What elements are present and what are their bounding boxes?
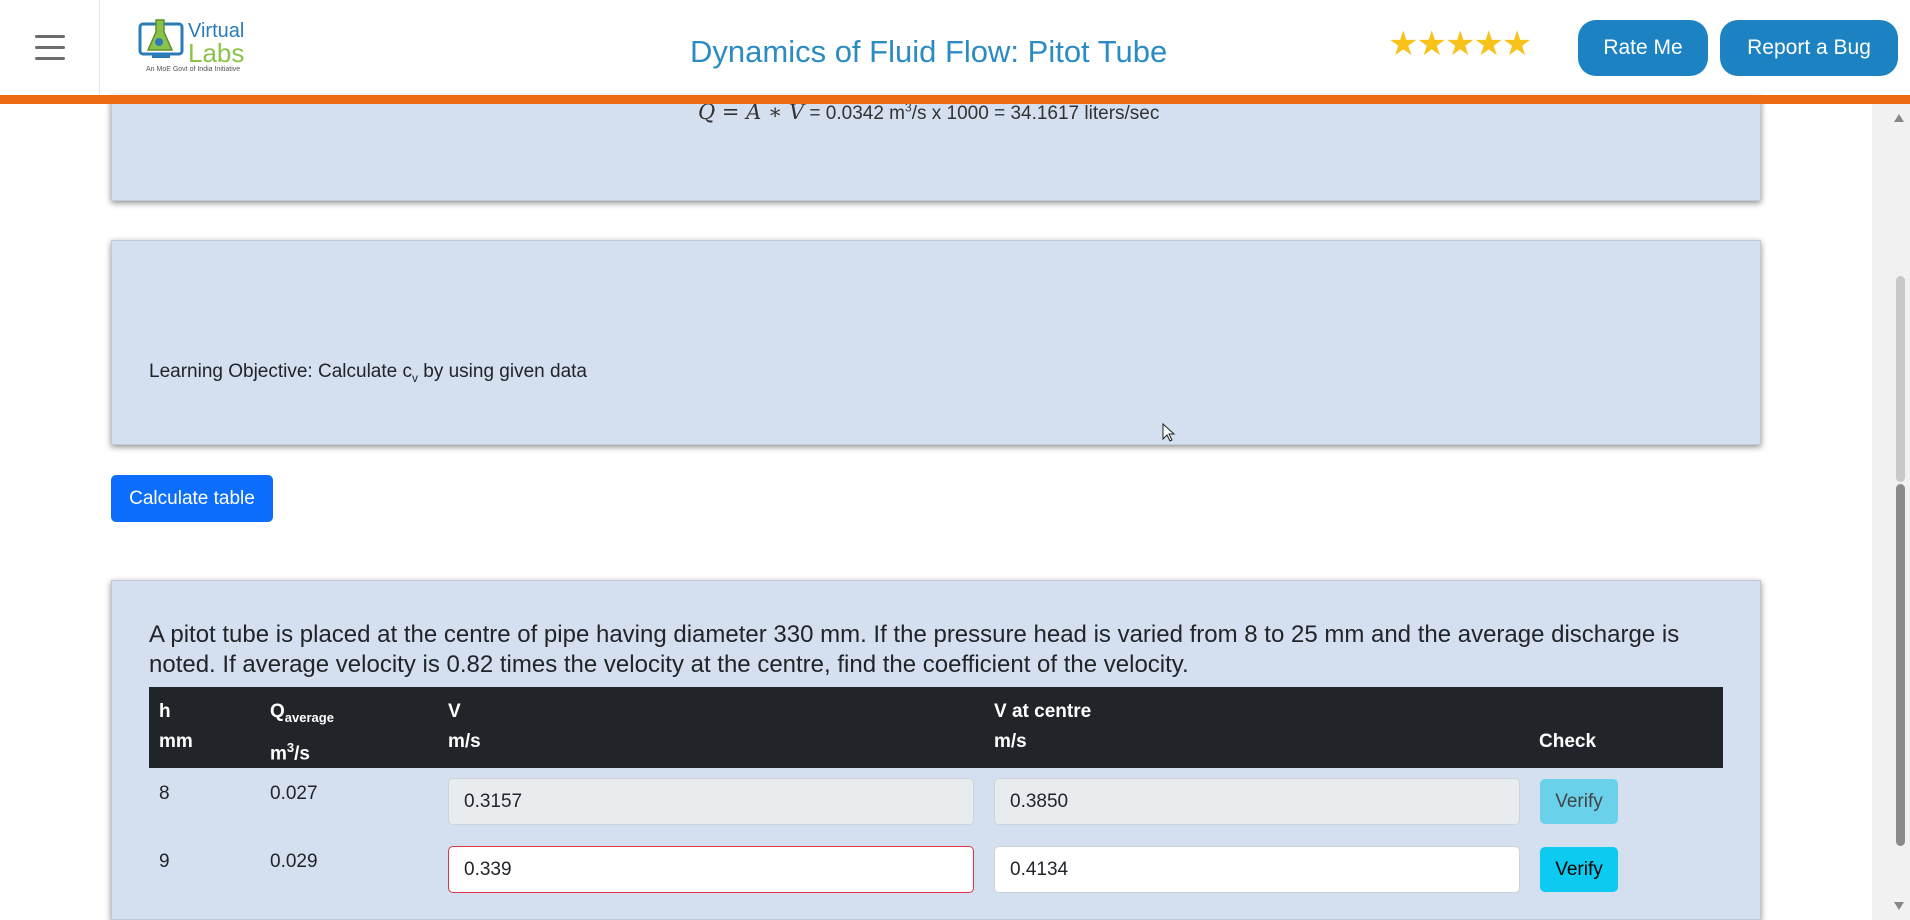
menu-bar (34, 35, 65, 38)
header-h-label: h (159, 701, 171, 722)
learning-objective: Learning Objective: Calculate cv by usin… (149, 361, 587, 385)
scroll-track[interactable] (1896, 276, 1905, 482)
header-h: h mm (159, 697, 193, 757)
cell-h: 9 (159, 851, 170, 872)
menu-bar (34, 46, 65, 49)
verify-button[interactable]: Verify (1540, 779, 1618, 824)
top-header: Virtual Labs An MoE Govt of India Initia… (0, 0, 1910, 95)
formula-rhs-a: = 0.0342 m (804, 103, 905, 124)
header-q-unit-a: m (270, 743, 287, 765)
velocity-input[interactable]: 0.3157 (448, 778, 974, 825)
flask-icon (138, 19, 184, 58)
formula-rhs-b: /s x 1000 = 34.1617 liters/sec (911, 103, 1160, 124)
logo-text-labs: Labs (188, 38, 245, 68)
verify-button[interactable]: Verify (1540, 847, 1618, 892)
header-accent-bar (0, 95, 1910, 104)
cell-q: 0.029 (270, 851, 318, 872)
header-q: Qaverage m3/s (270, 697, 334, 769)
objective-card (111, 240, 1761, 445)
page-title: Dynamics of Fluid Flow: Pitot Tube (690, 34, 1168, 69)
header-vc-label: V at centre (994, 701, 1092, 722)
header-h-unit: mm (159, 731, 193, 752)
rating-stars-icon[interactable]: ★★★★★ (1388, 24, 1532, 64)
table-header: h mm Qaverage m3/s V m/s V at centre m/s… (149, 687, 1723, 768)
problem-statement: A pitot tube is placed at the centre of … (149, 621, 1680, 678)
objective-text-b: by using given data (417, 361, 587, 382)
header-q-symbol: Q (270, 701, 285, 722)
header-v-unit: m/s (448, 731, 481, 752)
velocity-centre-input[interactable]: 0.3850 (994, 778, 1520, 825)
menu-icon[interactable] (0, 0, 100, 95)
header-v-centre: V at centre m/s (994, 697, 1091, 757)
header-q-label: Qaverage (270, 697, 334, 733)
menu-bar (34, 57, 65, 60)
report-bug-button[interactable]: Report a Bug (1720, 20, 1898, 76)
objective-text-a: Learning Objective: Calculate c (149, 361, 412, 382)
scroll-down-arrow-icon[interactable] (1894, 902, 1904, 910)
header-v-label: V (448, 701, 461, 722)
header-check: Check (1539, 731, 1597, 752)
scroll-up-arrow-icon[interactable] (1894, 114, 1904, 122)
scroll-thumb[interactable] (1896, 484, 1905, 846)
header-vc-unit: m/s (994, 731, 1027, 752)
velocity-centre-input[interactable]: 0.4134 (994, 846, 1520, 893)
calculate-table-button[interactable]: Calculate table (111, 475, 273, 522)
header-q-unit-b: /s (294, 743, 310, 765)
cell-h: 8 (159, 783, 170, 804)
virtual-labs-logo[interactable]: Virtual Labs An MoE Govt of India Initia… (138, 14, 250, 78)
velocity-input[interactable]: 0.339 (448, 846, 974, 893)
header-q-unit: m3/s (270, 733, 334, 769)
mouse-pointer-icon (1162, 423, 1176, 442)
header-q-sub: average (284, 709, 334, 725)
header-v: V m/s (448, 697, 481, 757)
cell-q: 0.027 (270, 783, 318, 804)
logo-subtitle: An MoE Govt of India Initiative (146, 66, 241, 73)
rate-me-button[interactable]: Rate Me (1578, 20, 1708, 76)
